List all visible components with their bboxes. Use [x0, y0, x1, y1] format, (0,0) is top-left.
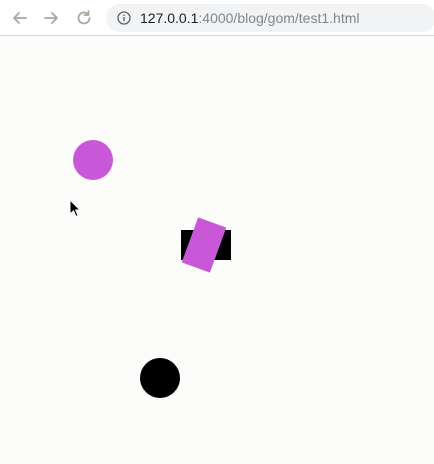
info-icon[interactable]: [117, 11, 131, 25]
url-host: 127.0.0.1: [140, 10, 199, 26]
magenta-circle[interactable]: [73, 140, 113, 180]
url-text[interactable]: 127.0.0.1:4000/blog/gom/test1.html: [140, 10, 360, 26]
forward-button[interactable]: [40, 7, 62, 29]
address-bar[interactable]: 127.0.0.1:4000/blog/gom/test1.html: [106, 4, 434, 32]
black-circle[interactable]: [140, 358, 180, 398]
back-button[interactable]: [9, 7, 31, 29]
reload-icon: [77, 10, 91, 25]
back-arrow-icon: [13, 12, 27, 24]
page-canvas[interactable]: [0, 36, 434, 464]
reload-button[interactable]: [73, 7, 95, 29]
forward-arrow-icon: [44, 12, 58, 24]
mouse-cursor-icon: [69, 199, 82, 218]
url-path: :4000/blog/gom/test1.html: [198, 10, 360, 26]
magenta-rotated-rectangle[interactable]: [181, 217, 227, 273]
browser-toolbar: 127.0.0.1:4000/blog/gom/test1.html: [0, 0, 434, 36]
